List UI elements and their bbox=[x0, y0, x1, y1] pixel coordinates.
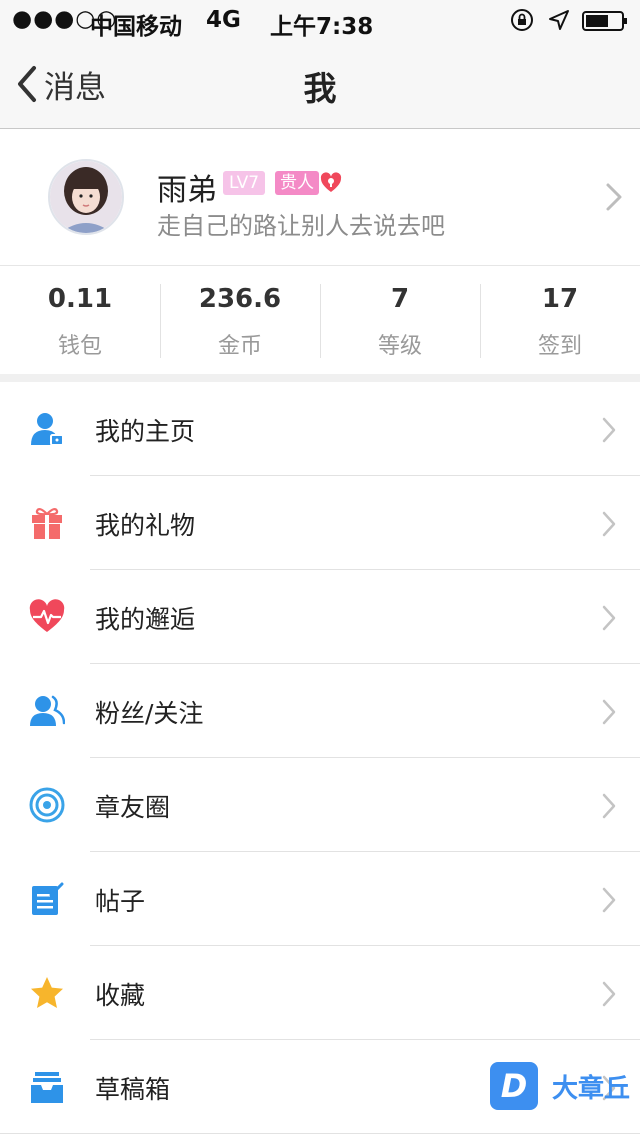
avatar[interactable] bbox=[48, 159, 124, 235]
vip-badge: 贵人 bbox=[275, 171, 319, 195]
chevron-right-icon bbox=[602, 699, 616, 725]
menu-item-fans-follow[interactable]: 粉丝/关注 bbox=[0, 664, 640, 758]
menu-label: 帖子 bbox=[95, 887, 146, 916]
stat-label: 金币 bbox=[217, 334, 262, 359]
menu-label: 我的礼物 bbox=[95, 511, 196, 540]
watermark-text: 大章丘 bbox=[552, 1073, 631, 1104]
menu-label: 我的邂逅 bbox=[95, 605, 196, 634]
clock-time: 上午7:38 bbox=[270, 14, 374, 40]
stat-label: 签到 bbox=[537, 334, 582, 359]
section-divider bbox=[0, 374, 640, 382]
chevron-right-icon bbox=[602, 511, 616, 537]
status-bar: ●●●○○ 中国移动 4G 上午7:38 bbox=[0, 0, 640, 40]
heartbeat-icon bbox=[29, 599, 65, 632]
profile-card[interactable]: 雨弟 LV7 贵人 走自己的路让别人去说去吧 bbox=[0, 129, 640, 266]
heart-badge-icon bbox=[320, 172, 342, 192]
chevron-right-icon bbox=[602, 887, 616, 913]
page-title: 我 bbox=[303, 69, 337, 108]
stat-level[interactable]: 7 等级 bbox=[320, 266, 480, 374]
stat-label: 等级 bbox=[377, 334, 422, 359]
stat-value: 236.6 bbox=[198, 284, 282, 314]
user-signature: 走自己的路让别人去说去吧 bbox=[157, 212, 445, 240]
chevron-right-icon bbox=[602, 605, 616, 631]
chevron-right-icon bbox=[602, 793, 616, 819]
watermark: D 大章丘 bbox=[490, 1062, 630, 1110]
drafts-icon bbox=[31, 1072, 63, 1103]
menu-label: 草稿箱 bbox=[95, 1075, 171, 1104]
menu-item-gifts[interactable]: 我的礼物 bbox=[0, 476, 640, 570]
chevron-right-icon bbox=[606, 183, 622, 211]
stat-value: 17 bbox=[541, 284, 579, 314]
network-type: 4G bbox=[206, 7, 241, 33]
level-badge: LV7 bbox=[223, 171, 266, 195]
menu-label: 章友圈 bbox=[95, 793, 171, 822]
stat-wallet[interactable]: 0.11 钱包 bbox=[0, 266, 160, 374]
rotation-lock-icon bbox=[511, 9, 533, 31]
row-divider bbox=[0, 1133, 640, 1134]
stat-value: 0.11 bbox=[47, 284, 113, 314]
navigation-bar: 消息 我 bbox=[0, 40, 640, 129]
user-name: 雨弟 bbox=[157, 173, 217, 208]
menu-item-favorites[interactable]: 收藏 bbox=[0, 946, 640, 1040]
menu-label: 我的主页 bbox=[95, 417, 196, 446]
location-arrow-icon bbox=[549, 10, 569, 30]
watermark-logo: D bbox=[490, 1062, 538, 1110]
carrier-name: 中国移动 bbox=[90, 14, 182, 40]
star-icon bbox=[31, 977, 63, 1008]
post-icon bbox=[32, 882, 64, 915]
people-icon bbox=[30, 695, 65, 726]
stat-value: 7 bbox=[390, 284, 410, 314]
stat-label: 钱包 bbox=[57, 334, 102, 359]
chevron-right-icon bbox=[602, 981, 616, 1007]
gift-icon bbox=[32, 507, 62, 539]
menu-item-encounters[interactable]: 我的邂逅 bbox=[0, 570, 640, 664]
stat-coins[interactable]: 236.6 金币 bbox=[160, 266, 320, 374]
circle-icon bbox=[29, 787, 65, 823]
person-icon bbox=[31, 413, 64, 446]
menu-list: 我的主页 我的礼物 我的邂逅 粉丝/关注 章友圈 帖子 收藏 草稿箱 bbox=[0, 382, 640, 1134]
menu-item-circle[interactable]: 章友圈 bbox=[0, 758, 640, 852]
battery-icon bbox=[582, 11, 627, 31]
menu-item-homepage[interactable]: 我的主页 bbox=[0, 382, 640, 476]
menu-label: 粉丝/关注 bbox=[95, 699, 204, 728]
stat-checkin[interactable]: 17 签到 bbox=[480, 266, 640, 374]
menu-label: 收藏 bbox=[95, 981, 146, 1010]
stats-bar: 0.11 钱包 236.6 金币 7 等级 17 签到 bbox=[0, 266, 640, 374]
avatar-image bbox=[50, 161, 122, 233]
menu-item-posts[interactable]: 帖子 bbox=[0, 852, 640, 946]
chevron-right-icon bbox=[602, 417, 616, 443]
